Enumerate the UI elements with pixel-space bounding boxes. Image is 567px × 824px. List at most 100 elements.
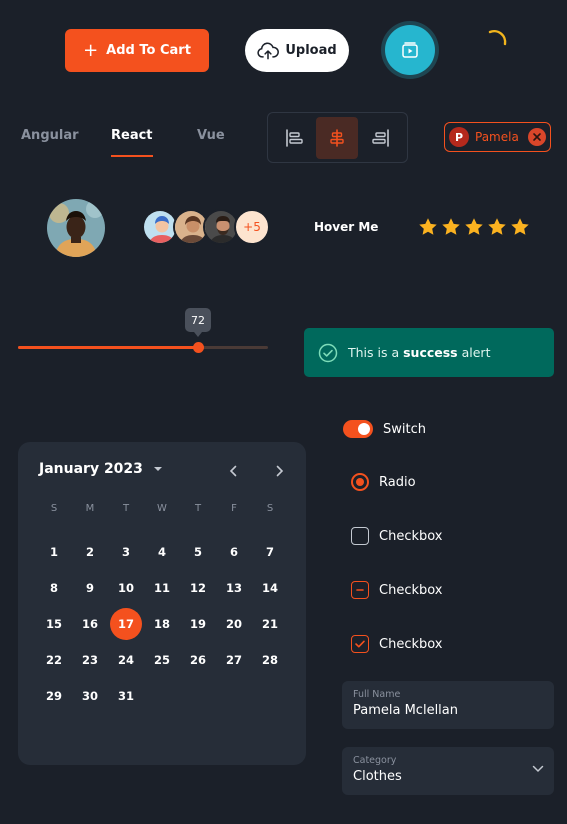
align-center-button[interactable] xyxy=(316,116,359,159)
avatar xyxy=(47,199,105,257)
upload-button[interactable]: Upload xyxy=(245,29,349,72)
checkbox-indeterminate-label: Checkbox xyxy=(379,582,443,598)
category-value: Clothes xyxy=(353,769,402,784)
calendar-day[interactable]: 29 xyxy=(36,678,72,714)
slider-value-tooltip: 72 xyxy=(185,308,211,337)
category-label: Category xyxy=(353,755,397,766)
checkbox-checked-label: Checkbox xyxy=(379,636,443,652)
calendar-weekday: S xyxy=(50,502,58,514)
calendar-day[interactable]: 24 xyxy=(108,642,144,678)
full-name-value: Pamela Mclellan xyxy=(353,703,458,718)
radio-control[interactable]: Radio xyxy=(351,473,416,491)
chevron-right-icon xyxy=(276,465,284,477)
calendar-day[interactable]: 3 xyxy=(108,534,144,570)
user-chip[interactable]: P Pamela xyxy=(444,122,551,152)
switch-control[interactable]: Switch xyxy=(343,420,426,438)
calendar-day[interactable]: 31 xyxy=(108,678,144,714)
minus-icon xyxy=(356,589,364,591)
plus-icon: + xyxy=(83,39,99,61)
calendar-prev-button[interactable] xyxy=(223,461,243,481)
calendar-weekday: W xyxy=(157,502,167,514)
calendar-month-select[interactable]: January 2023 xyxy=(39,461,163,477)
avatar-group-more[interactable]: +5 xyxy=(234,209,270,245)
spinner-icon xyxy=(488,30,507,46)
checkbox-indeterminate[interactable] xyxy=(351,581,369,599)
tab-vue[interactable]: Vue xyxy=(197,128,225,155)
calendar-day[interactable]: 23 xyxy=(72,642,108,678)
switch-toggle[interactable] xyxy=(343,420,373,438)
upload-label: Upload xyxy=(285,43,337,58)
calendar-day[interactable]: 14 xyxy=(252,570,288,606)
calendar-day[interactable]: 22 xyxy=(36,642,72,678)
alert-text: This is a success alert xyxy=(348,345,491,360)
star-icon[interactable] xyxy=(440,216,462,238)
calendar-day[interactable]: 8 xyxy=(36,570,72,606)
chip-avatar: P xyxy=(449,127,469,147)
calendar-day[interactable]: 26 xyxy=(180,642,216,678)
calendar-day[interactable]: 13 xyxy=(216,570,252,606)
calendar-day[interactable]: 19 xyxy=(180,606,216,642)
calendar-weekday: T xyxy=(194,502,202,514)
calendar-day[interactable]: 15 xyxy=(36,606,72,642)
calendar-day[interactable]: 4 xyxy=(144,534,180,570)
calendar-day[interactable]: 18 xyxy=(144,606,180,642)
check-circle-icon xyxy=(318,343,338,362)
calendar-day[interactable]: 16 xyxy=(72,606,108,642)
star-icon[interactable] xyxy=(486,216,508,238)
align-right-button[interactable] xyxy=(360,117,402,159)
calendar-day[interactable]: 20 xyxy=(216,606,252,642)
slider-thumb[interactable] xyxy=(192,342,204,353)
calendar-day[interactable]: 6 xyxy=(216,534,252,570)
checkbox-unchecked[interactable] xyxy=(351,527,369,545)
calendar-day[interactable]: 11 xyxy=(144,570,180,606)
calendar-day[interactable]: 27 xyxy=(216,642,252,678)
calendar: January 2023 S M T W T F S 1 2 3 4 5 6 7 8 9 10 11 12 13 14 1… xyxy=(18,442,306,765)
add-to-cart-label: Add To Cart xyxy=(106,43,191,58)
tab-react[interactable]: React xyxy=(111,128,153,157)
video-play-button[interactable] xyxy=(385,25,435,75)
calendar-day[interactable]: 25 xyxy=(144,642,180,678)
checkbox-unchecked-label: Checkbox xyxy=(379,528,443,544)
tab-angular[interactable]: Angular xyxy=(21,128,79,155)
calendar-day[interactable]: 5 xyxy=(180,534,216,570)
calendar-day[interactable]: 2 xyxy=(72,534,108,570)
checkbox-checked[interactable] xyxy=(351,635,369,653)
checkbox-unchecked-control[interactable]: Checkbox xyxy=(351,527,443,545)
checkbox-indeterminate-control[interactable]: Checkbox xyxy=(351,581,443,599)
calendar-day[interactable]: 21 xyxy=(252,606,288,642)
calendar-day[interactable]: 30 xyxy=(72,678,108,714)
calendar-weekday: M xyxy=(85,502,95,514)
calendar-day[interactable]: 9 xyxy=(72,570,108,606)
calendar-day[interactable]: 12 xyxy=(180,570,216,606)
hover-me-label[interactable]: Hover Me xyxy=(314,220,378,234)
align-center-icon xyxy=(330,128,345,147)
calendar-next-button[interactable] xyxy=(270,461,290,481)
slider-fill xyxy=(18,346,198,349)
star-icon[interactable] xyxy=(509,216,531,238)
star-icon[interactable] xyxy=(463,216,485,238)
chevron-down-icon xyxy=(532,765,544,773)
calendar-day[interactable]: 7 xyxy=(252,534,288,570)
star-icon[interactable] xyxy=(417,216,439,238)
calendar-month-label: January 2023 xyxy=(39,461,143,477)
align-left-button[interactable] xyxy=(273,117,315,159)
radio-label: Radio xyxy=(379,474,416,490)
checkbox-checked-control[interactable]: Checkbox xyxy=(351,635,443,653)
calendar-day[interactable]: 28 xyxy=(252,642,288,678)
full-name-label: Full Name xyxy=(353,689,401,700)
align-left-icon xyxy=(286,128,303,147)
switch-label: Switch xyxy=(383,421,426,437)
calendar-day-selected[interactable]: 17 xyxy=(108,606,144,642)
cloud-upload-icon xyxy=(257,42,280,59)
radio-button[interactable] xyxy=(351,473,369,491)
calendar-weekday: S xyxy=(266,502,274,514)
chip-remove-button[interactable] xyxy=(528,128,546,146)
video-play-icon xyxy=(402,42,418,58)
add-to-cart-button[interactable]: + Add To Cart xyxy=(65,29,209,72)
star-rating[interactable] xyxy=(417,216,531,238)
full-name-field[interactable]: Full Name Pamela Mclellan xyxy=(342,681,554,729)
calendar-day[interactable]: 1 xyxy=(36,534,72,570)
category-select[interactable]: Category Clothes xyxy=(342,747,554,795)
chevron-left-icon xyxy=(229,465,237,477)
calendar-day[interactable]: 10 xyxy=(108,570,144,606)
